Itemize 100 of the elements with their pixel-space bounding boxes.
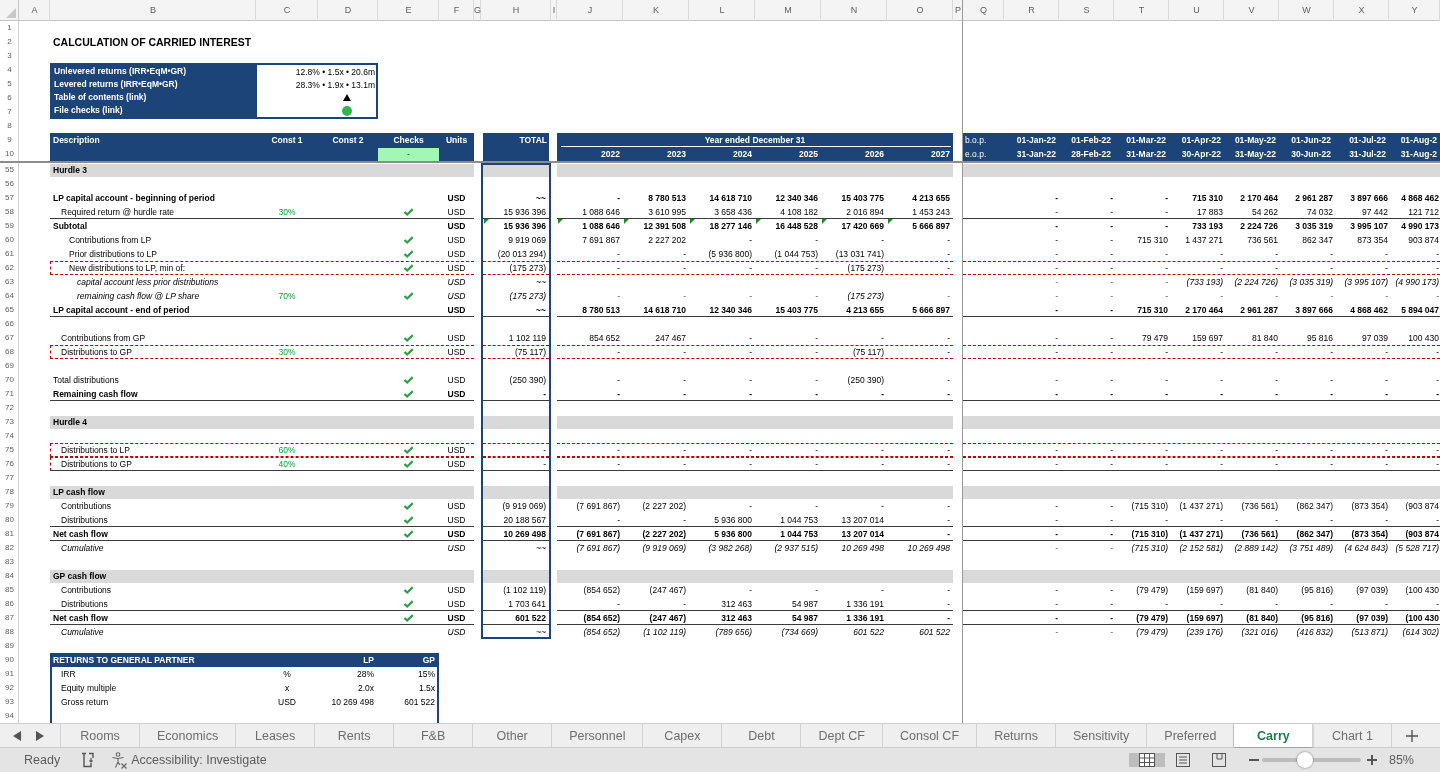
amount-value: 715 310 — [1137, 234, 1168, 246]
amount-value: (2 227 202) — [642, 528, 686, 540]
sheet-tab[interactable]: Sensitivity — [1056, 724, 1148, 747]
amount-value: - — [1436, 598, 1439, 610]
row-number: 76 — [5, 458, 14, 470]
amount-value: - — [749, 444, 752, 456]
sheet-tab[interactable]: Leases — [236, 724, 316, 747]
row-number: 64 — [5, 290, 14, 302]
amount-value: - — [815, 262, 818, 274]
amount-value: - — [1330, 374, 1333, 386]
summary-link[interactable]: File checks (link) — [52, 104, 257, 117]
row-label: Distributions — [61, 598, 108, 610]
row-number: 80 — [5, 514, 14, 526]
row-label: Contributions from LP — [69, 234, 152, 246]
amount-value: 247 467 — [655, 332, 686, 344]
amount-value: 1 044 753 — [780, 514, 818, 526]
amount-value: - — [749, 262, 752, 274]
total-value: (9 919 069) — [502, 500, 546, 512]
total-value: - — [543, 458, 546, 470]
amount-value: (1 044 753) — [774, 248, 818, 260]
amount-value: (736 561) — [1241, 528, 1278, 540]
amount-value: - — [617, 262, 620, 274]
amount-value: - — [1055, 248, 1058, 260]
sheet-tab[interactable]: Rooms — [61, 724, 140, 747]
amount-value: (97 039) — [1356, 584, 1388, 596]
amount-value: 3 035 319 — [1295, 220, 1333, 232]
amount-value: (2 937 515) — [774, 542, 818, 554]
unit-label: USD — [447, 458, 466, 470]
scroll-left-icon[interactable] — [13, 730, 21, 741]
column-letter: C — [283, 5, 291, 16]
amount-value: (79 479) — [1136, 584, 1168, 596]
accessibility-button[interactable]: Accessibility: Investigate — [111, 751, 267, 769]
row-label: Gross return — [61, 696, 109, 708]
column-letter: X — [1358, 5, 1365, 16]
bracket-arrow-icon[interactable] — [80, 752, 96, 768]
zoom-in-icon[interactable] — [1366, 755, 1377, 765]
normal-view-button[interactable] — [1128, 753, 1165, 767]
amount-value: - — [1385, 388, 1388, 400]
date-heading: 01-Jun-22 — [1291, 134, 1331, 146]
amount-value: - — [1055, 304, 1058, 316]
amount-value: - — [1055, 374, 1058, 386]
amount-value: - — [1220, 248, 1223, 260]
amount-value: 854 652 — [589, 332, 620, 344]
amount-value: - — [1436, 290, 1439, 302]
amount-value: - — [683, 262, 686, 274]
amount-value: - — [1110, 262, 1113, 274]
sheet-tab[interactable]: Personnel — [552, 724, 644, 747]
sheet-tab[interactable]: Debt — [722, 724, 802, 747]
column-letter: W — [1302, 5, 1311, 16]
amount-value: (862 347) — [1296, 528, 1333, 540]
date-heading: 01-Jul-22 — [1349, 134, 1386, 146]
total-value: 601 522 — [515, 612, 546, 624]
sheet-tab[interactable]: F&B — [394, 724, 474, 747]
amount-value: (854 652) — [583, 612, 620, 624]
slider-thumb[interactable] — [1296, 752, 1313, 768]
up-triangle-icon[interactable] — [343, 94, 351, 101]
zoom-slider[interactable] — [1261, 752, 1361, 768]
sheet-tab[interactable]: Returns — [977, 724, 1057, 747]
scroll-right-icon[interactable] — [36, 730, 44, 741]
amount-value: (733 193) — [1186, 276, 1223, 288]
amount-value: - — [1165, 444, 1168, 456]
amount-value: - — [1110, 234, 1113, 246]
amount-value: (81 840) — [1246, 584, 1278, 596]
amount-value: 4 108 182 — [780, 206, 818, 218]
date-heading: 30-Apr-22 — [1181, 148, 1221, 160]
amount-value: (1 102 119) — [643, 626, 686, 638]
sheet-tab[interactable]: Capex — [643, 724, 723, 747]
unit-label: USD — [447, 584, 466, 596]
amount-value: (7 691 867) — [576, 542, 620, 554]
amount-value: (100 430 — [1405, 584, 1439, 596]
amount-value: - — [1220, 598, 1223, 610]
column-letter: O — [916, 5, 924, 16]
accessibility-icon — [111, 751, 129, 769]
amount-value: - — [1220, 458, 1223, 470]
amount-value: - — [617, 458, 620, 470]
total-value: (175 273) — [509, 290, 546, 302]
sheet-tab[interactable]: Economics — [140, 724, 237, 747]
unit-label: USD — [447, 332, 466, 344]
sheet-tab[interactable]: Dept CF — [801, 724, 883, 747]
amount-value: - — [947, 346, 950, 358]
row-number: 59 — [5, 220, 14, 232]
amount-value: 601 522 — [919, 626, 950, 638]
add-sheet-icon[interactable] — [1406, 729, 1419, 742]
sheet-tab[interactable]: Consol CF — [883, 724, 978, 747]
unit-label: USD — [278, 696, 296, 708]
amount-value: - — [1436, 514, 1439, 526]
summary-link[interactable]: Table of contents (link) — [52, 91, 257, 104]
amount-value: - — [947, 500, 950, 512]
amount-value: (100 430 — [1405, 612, 1439, 624]
sheet-tab[interactable]: Rents — [315, 724, 395, 747]
row-label: Distributions to GP — [61, 346, 132, 358]
amount-value: 12 391 508 — [643, 220, 686, 232]
sheet-tab[interactable]: Carry — [1234, 724, 1314, 747]
sheet-tab[interactable]: Chart 1 — [1313, 724, 1393, 747]
amount-value: (95 816) — [1301, 584, 1333, 596]
row-number: 75 — [5, 444, 14, 456]
column-letter: V — [1248, 5, 1255, 16]
sheet-tab[interactable]: Other — [473, 724, 553, 747]
amount-value: - — [1220, 444, 1223, 456]
amount-value: 7 691 867 — [582, 234, 620, 246]
